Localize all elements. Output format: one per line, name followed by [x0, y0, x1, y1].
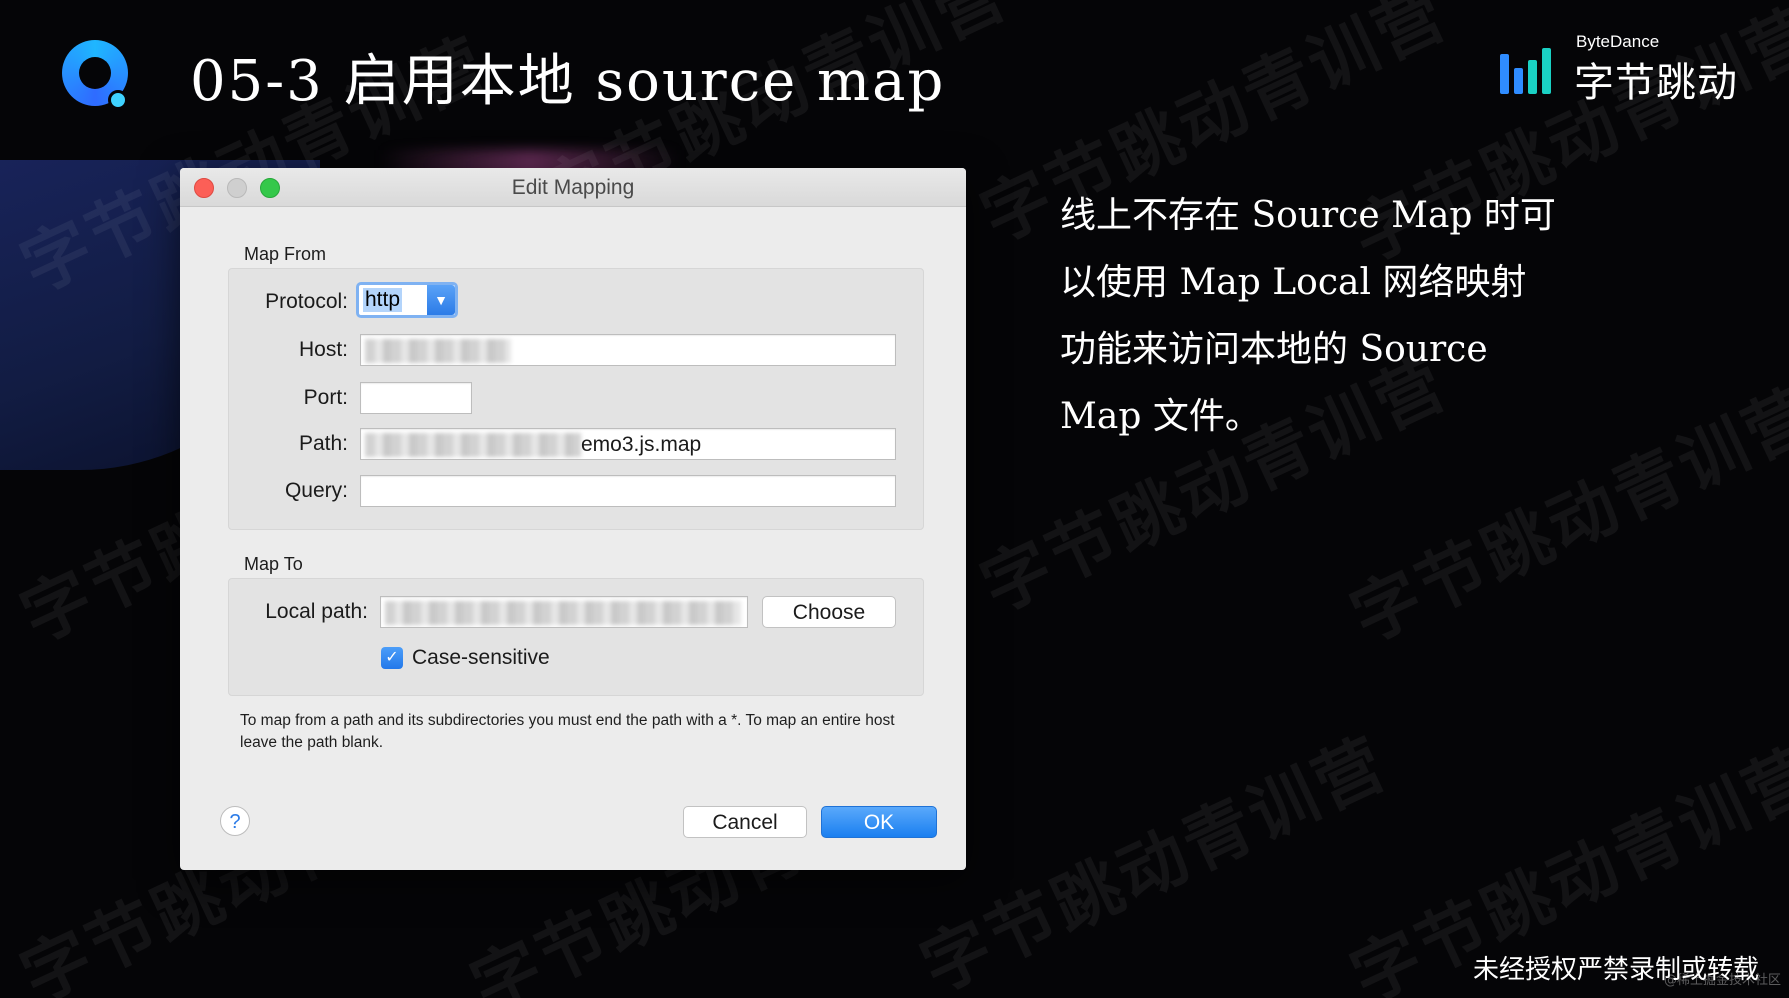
protocol-select[interactable]: http ▼ — [356, 282, 458, 318]
choose-button[interactable]: Choose — [762, 596, 896, 628]
explanation-line: 以使用 Map Local 网络映射 — [1060, 262, 1527, 303]
slide: 字节跳动青训营 字节跳动青训营 字节跳动青训营 字节跳动青训营 字节跳动青训营 … — [0, 0, 1789, 998]
ok-button[interactable]: OK — [821, 806, 937, 838]
brand-name-en: ByteDance — [1576, 32, 1660, 51]
dialog-titlebar: Edit Mapping — [180, 168, 966, 207]
query-label: Query: — [284, 479, 348, 502]
bytedance-bars-icon — [1500, 46, 1560, 94]
path-input[interactable]: emo3.js.map — [360, 428, 896, 460]
course-logo-dot-icon — [108, 90, 128, 110]
redacted-path — [365, 433, 581, 457]
local-path-input[interactable] — [380, 596, 748, 628]
explanation-text: 线上不存在 Source Map 时可 以使用 Map Local 网络映射 功… — [1060, 182, 1620, 450]
redacted-local-path — [385, 601, 741, 625]
case-sensitive-label: Case-sensitive — [412, 646, 550, 669]
path-visible-text: emo3.js.map — [581, 433, 702, 456]
help-icon[interactable]: ? — [220, 806, 250, 836]
port-label: Port: — [303, 386, 348, 409]
case-sensitive-checkbox[interactable]: ✓ — [381, 647, 403, 669]
map-to-label: Map To — [244, 554, 303, 574]
brand-name-cn: 字节跳动 — [1574, 60, 1738, 106]
local-path-label: Local path: — [265, 600, 368, 623]
protocol-value: http — [363, 288, 403, 312]
mapping-help-text: To map from a path and its subdirectorie… — [240, 712, 895, 751]
explanation-line: Map 文件。 — [1060, 396, 1261, 437]
bytedance-logo: ByteDance 字节跳动 — [1500, 32, 1740, 106]
slide-title: 05-3 启用本地 source map — [190, 49, 946, 114]
dialog-title: Edit Mapping — [511, 176, 635, 199]
watermark: 字节跳动青训营 — [909, 723, 1401, 998]
cancel-button[interactable]: Cancel — [683, 806, 807, 838]
host-label: Host: — [298, 338, 348, 361]
chevron-down-icon: ▼ — [427, 285, 455, 315]
map-from-label: Map From — [244, 244, 327, 264]
path-label: Path: — [298, 432, 348, 455]
explanation-line: 功能来访问本地的 Source — [1060, 329, 1488, 370]
query-input[interactable] — [360, 475, 896, 507]
host-input[interactable] — [360, 334, 896, 366]
port-input[interactable] — [360, 382, 472, 414]
redacted-host — [365, 339, 511, 363]
explanation-line: 线上不存在 Source Map 时可 — [1060, 195, 1556, 236]
protocol-label: Protocol: — [265, 290, 348, 313]
edit-mapping-dialog: Edit Mapping Map From Protocol: http ▼ H… — [180, 168, 966, 870]
footer-credit: @稀土掘金技术社区 — [1663, 973, 1781, 988]
